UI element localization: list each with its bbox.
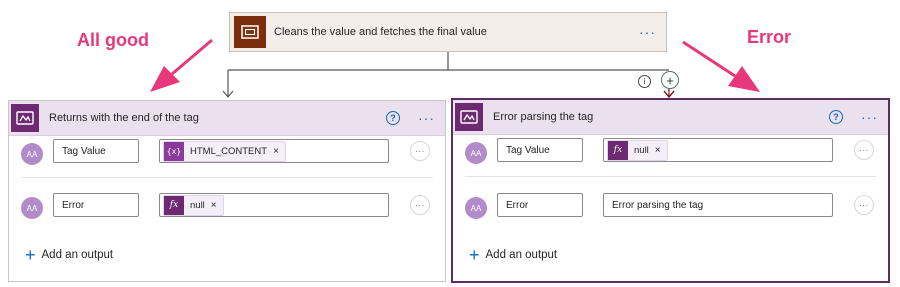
annotation-arrow-right [682,40,736,78]
response-card-all-good[interactable]: Returns with the end of the tag ? ··· AA… [8,100,446,282]
annotation-arrow-left [171,38,213,76]
scope-action-card[interactable]: Cleans the value and fetches the final v… [229,12,667,52]
function-icon: fx [608,140,628,160]
info-icon[interactable]: i [638,75,651,88]
remove-token-icon[interactable]: × [211,200,217,211]
output-value-field[interactable]: fx null × [159,193,389,217]
card-header[interactable]: Error parsing the tag ? ··· [453,100,888,135]
more-options-icon[interactable]: ··· [639,24,656,40]
more-options-icon[interactable]: ··· [418,110,435,126]
card-title: Returns with the end of the tag [49,112,199,124]
row-more-options-button[interactable]: ··· [854,140,874,160]
output-row: AA Tag Value fx null × ··· [453,138,888,170]
output-type-icon: AA [21,197,43,219]
help-icon[interactable]: ? [829,110,843,124]
add-output-button[interactable]: + Add an output [469,246,557,264]
row-more-options-button[interactable]: ··· [410,195,430,215]
output-type-icon: AA [21,143,43,165]
output-name-field[interactable]: Error [53,193,139,217]
remove-token-icon[interactable]: × [655,145,661,156]
divider [21,177,433,178]
plus-icon: + [25,245,36,265]
output-row: AA Error Error parsing the tag ··· [453,193,888,225]
token-label: HTML_CONTENT [190,145,268,157]
token-label: null [634,144,649,156]
add-output-label: Add an output [41,249,114,261]
expression-token[interactable]: fx null × [163,194,224,216]
output-row: AA Error fx null × ··· [9,193,445,225]
annotation-arrowhead-right [728,66,760,92]
output-name-field[interactable]: Tag Value [53,139,139,163]
annotation-all-good: All good [77,30,149,50]
output-value-field[interactable]: Error parsing the tag [603,193,833,217]
response-card-error[interactable]: Error parsing the tag ? ··· AA Tag Value… [451,98,890,283]
insert-step-button[interactable]: + [661,71,679,89]
response-action-icon [11,104,39,132]
card-header[interactable]: Returns with the end of the tag ? ··· [9,101,445,136]
output-value-field[interactable]: fx null × [603,138,833,162]
add-output-button[interactable]: + Add an output [25,246,113,264]
output-type-icon: AA [465,197,487,219]
help-icon[interactable]: ? [386,111,400,125]
card-title: Error parsing the tag [493,111,594,123]
response-action-icon [455,103,483,131]
output-name-field[interactable]: Tag Value [497,138,583,162]
plus-icon: + [469,245,480,265]
token-label: null [190,199,205,211]
row-more-options-button[interactable]: ··· [854,195,874,215]
function-icon: fx [164,195,184,215]
row-more-options-button[interactable]: ··· [410,141,430,161]
output-name-field[interactable]: Error [497,193,583,217]
variable-icon: {x} [164,141,184,161]
remove-token-icon[interactable]: × [273,146,279,157]
scope-icon [234,16,266,48]
scope-action-title: Cleans the value and fetches the final v… [274,26,487,38]
divider [465,176,876,177]
output-row: AA Tag Value {x} HTML_CONTENT × ··· [9,139,445,171]
expression-token[interactable]: fx null × [607,139,668,161]
add-output-label: Add an output [485,249,558,261]
more-options-icon[interactable]: ··· [861,109,878,125]
output-value-field[interactable]: {x} HTML_CONTENT × [159,139,389,163]
output-type-icon: AA [465,142,487,164]
dynamic-content-token[interactable]: {x} HTML_CONTENT × [163,140,286,162]
annotation-error: Error [747,27,792,47]
